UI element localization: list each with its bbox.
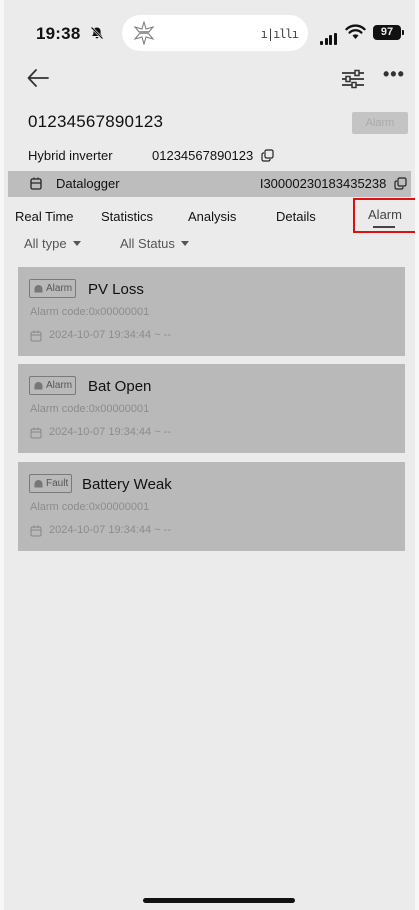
caret-down-icon	[180, 241, 189, 246]
datalogger-serial: I30000230183435238	[259, 176, 387, 191]
alarm-badge-icon	[34, 285, 43, 293]
alarm-title: Battery Weak	[82, 476, 172, 493]
alarm-badge-icon	[34, 480, 43, 488]
status-filter-dropdown[interactable]: All Status	[120, 236, 189, 251]
alarm-button[interactable]: Alarm	[352, 112, 408, 134]
tab-details[interactable]: Details	[276, 209, 316, 224]
alarm-card[interactable]: Alarm PV Loss Alarm code:0x00000001 2024…	[18, 267, 405, 356]
alarm-date: 2024-10-07 19:34:44 ~ --	[49, 524, 172, 536]
filter-sliders-icon[interactable]	[340, 68, 366, 90]
top-nav: •••	[4, 62, 415, 100]
wifi-icon	[345, 24, 366, 39]
datalogger-bar: Datalogger I30000230183435238	[8, 171, 411, 197]
alarm-card[interactable]: Alarm Bat Open Alarm code:0x00000001 202…	[18, 364, 405, 453]
alarm-type-badge: Alarm	[29, 279, 77, 298]
device-serial-title: 01234567890123	[28, 112, 164, 131]
status-bar: 19:38 ı|ıllı 97	[4, 0, 415, 62]
tab-alarm-label: Alarm	[368, 207, 402, 222]
tab-active-indicator	[373, 226, 395, 228]
alarm-badge-icon	[34, 382, 43, 390]
dynamic-island: ı|ıllı	[122, 15, 308, 51]
alarm-code: Alarm code:0x00000001	[30, 501, 150, 513]
datalogger-icon	[30, 177, 42, 190]
bell-off-icon	[90, 26, 104, 40]
alarm-code: Alarm code:0x00000001	[30, 403, 150, 415]
badge-label: Fault	[46, 478, 69, 489]
tab-statistics[interactable]: Statistics	[101, 209, 153, 224]
caret-down-icon	[72, 241, 81, 246]
datalogger-serial-row: I30000230183435238	[260, 176, 407, 191]
copy-icon[interactable]	[394, 177, 407, 190]
more-icon[interactable]: •••	[383, 64, 405, 85]
status-filter-label: All Status	[120, 236, 175, 251]
alarm-date: 2024-10-07 19:34:44 ~ --	[49, 329, 172, 341]
home-indicator[interactable]	[143, 898, 295, 903]
alarm-card[interactable]: Fault Battery Weak Alarm code:0x00000001…	[18, 462, 405, 551]
tab-analysis[interactable]: Analysis	[188, 209, 236, 224]
tab-alarm[interactable]: Alarm	[353, 198, 415, 233]
type-filter-label: All type	[24, 236, 67, 251]
alarm-type-badge: Alarm	[29, 376, 77, 395]
back-arrow-icon[interactable]	[26, 66, 50, 90]
type-filter-dropdown[interactable]: All type	[24, 236, 81, 251]
device-type-label: Hybrid inverter	[28, 148, 113, 163]
alarm-title: Bat Open	[88, 378, 152, 395]
alarm-title: PV Loss	[88, 281, 144, 298]
phone-screen: 19:38 ı|ıllı 97 ••• 01234567890123 Alarm…	[0, 0, 419, 910]
calendar-icon	[30, 330, 42, 342]
battery-icon: 97	[373, 25, 404, 40]
status-time: 19:38	[36, 24, 81, 43]
badge-label: Alarm	[46, 380, 73, 391]
device-type-serial: 01234567890123	[152, 148, 254, 163]
alarm-type-badge: Fault	[29, 474, 73, 493]
calendar-icon	[30, 427, 42, 439]
badge-label: Alarm	[46, 283, 73, 294]
audio-wave-icon: ı|ıllı	[260, 27, 299, 41]
datalogger-label: Datalogger	[56, 176, 120, 191]
copy-icon[interactable]	[261, 149, 274, 162]
alarm-date: 2024-10-07 19:34:44 ~ --	[49, 426, 172, 438]
calendar-icon	[30, 525, 42, 537]
tab-real-time[interactable]: Real Time	[15, 209, 74, 224]
device-type-serial-row: 01234567890123	[152, 148, 274, 163]
alarm-code: Alarm code:0x00000001	[30, 306, 150, 318]
app-logo-icon	[133, 21, 155, 45]
signal-icon	[320, 27, 338, 45]
